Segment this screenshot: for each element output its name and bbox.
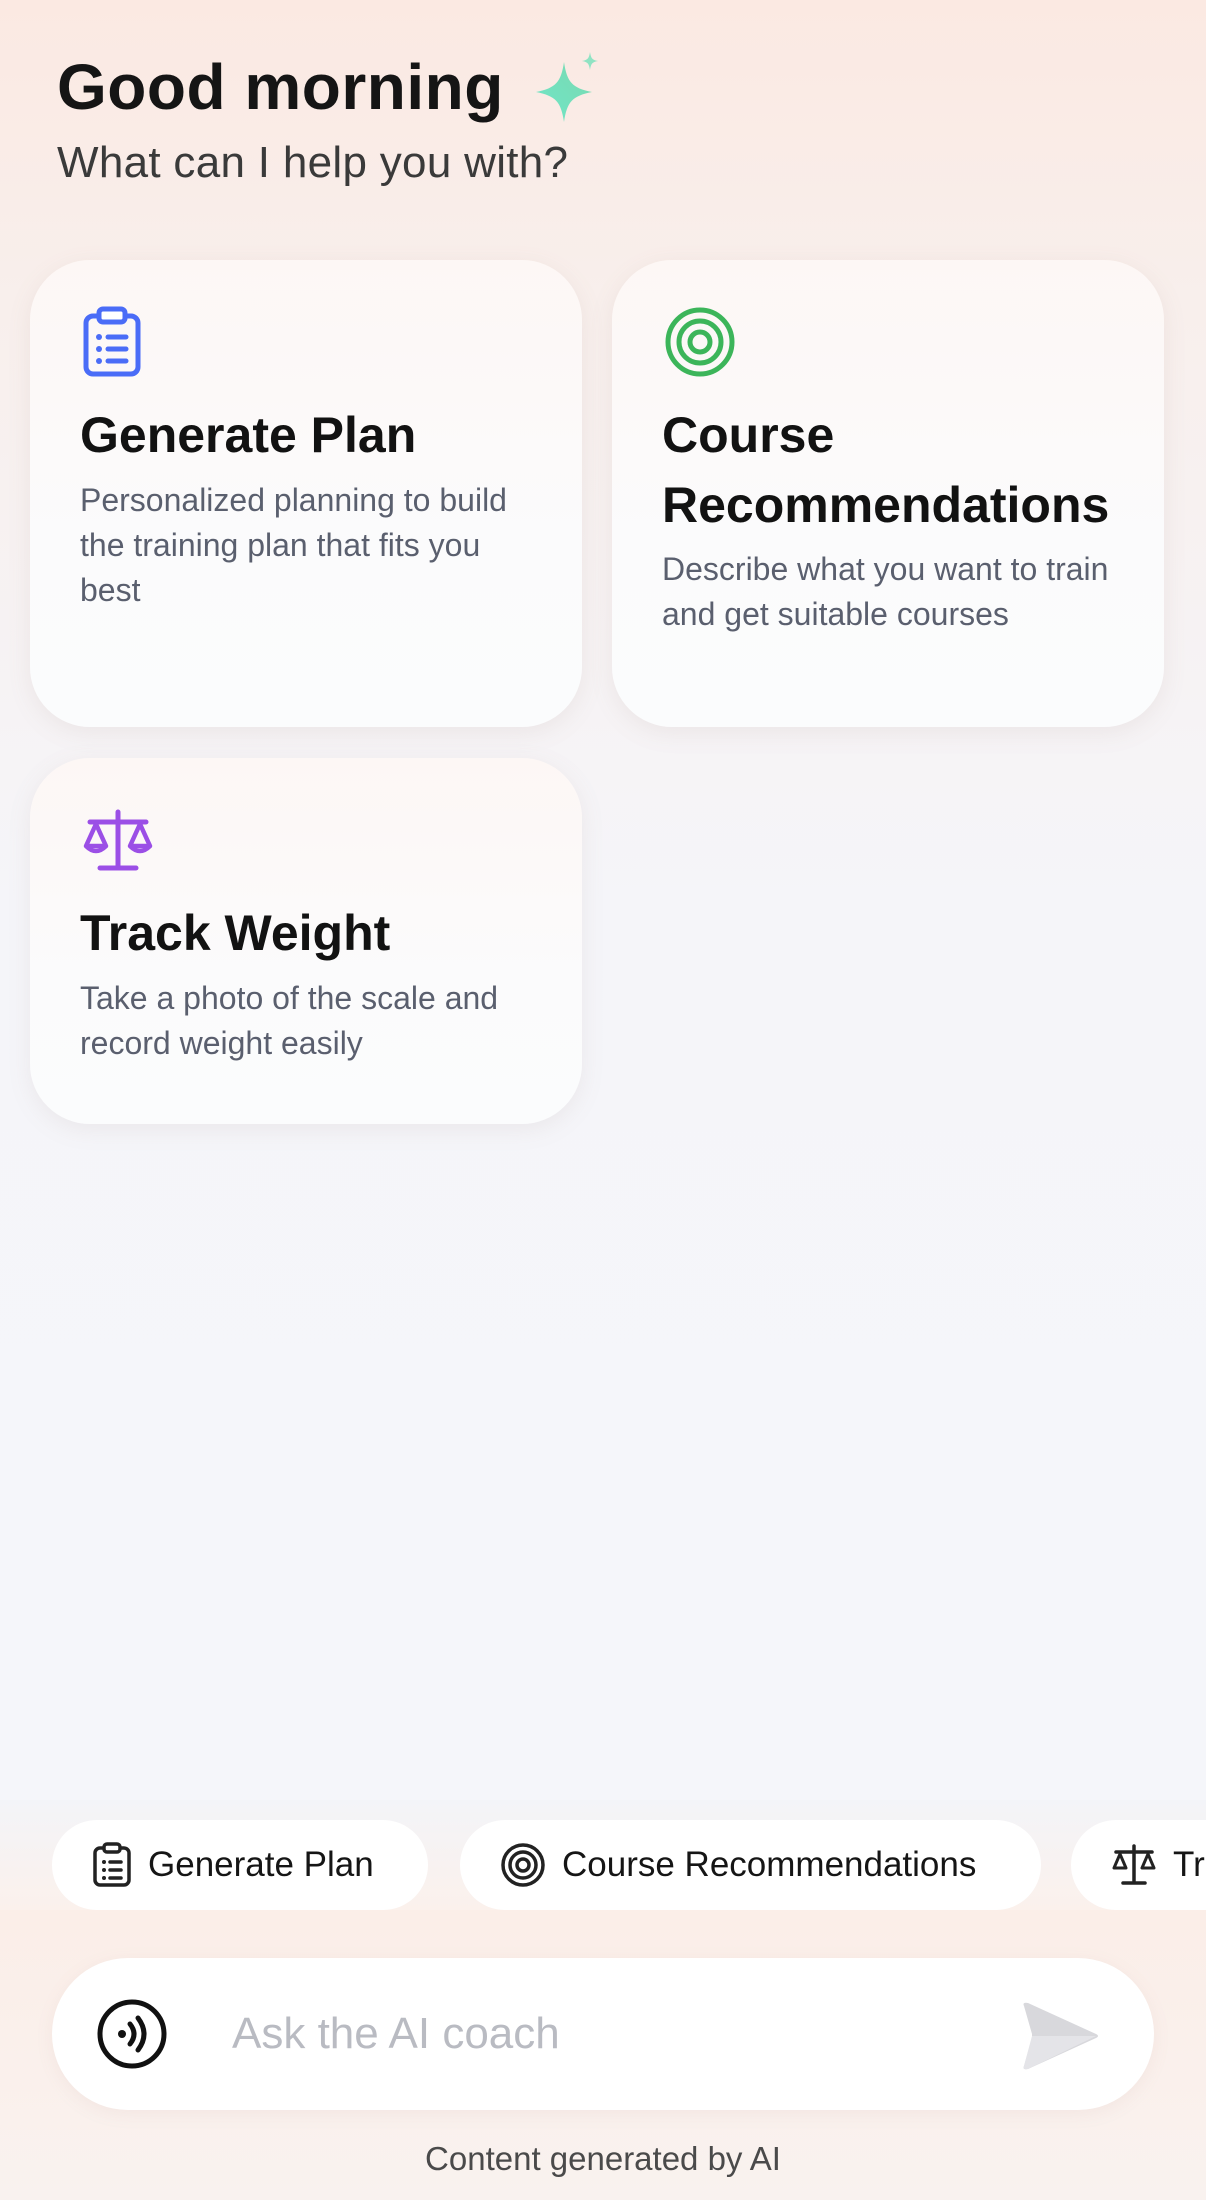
card-description: Take a photo of the scale and record wei…	[80, 980, 499, 1061]
quick-chips-bar[interactable]: Generate Plan Course Recommendations Tra…	[0, 1800, 1206, 1910]
subtitle: What can I help you with?	[57, 138, 569, 187]
card-title: Course Recommendations	[662, 407, 1110, 533]
chip-course-recommendations[interactable]: Course Recommendations	[460, 1820, 1041, 1910]
target-icon	[501, 1843, 545, 1887]
card-course-recommendations[interactable]: Course Recommendations Describe what you…	[612, 260, 1164, 727]
composer	[52, 1958, 1154, 2110]
target-icon	[665, 307, 735, 377]
chip-track-weight[interactable]: Track Weight	[1071, 1820, 1206, 1910]
send-icon[interactable]	[1018, 1998, 1102, 2074]
clipboard-icon	[83, 306, 141, 377]
card-generate-plan[interactable]: Generate Plan Personalized planning to b…	[30, 260, 582, 727]
greeting-row: Good morning	[57, 50, 604, 124]
sparkle-icon	[535, 52, 598, 122]
card-title: Generate Plan	[80, 407, 417, 463]
voice-icon[interactable]	[96, 1998, 168, 2070]
card-track-weight[interactable]: Track Weight Take a photo of the scale a…	[30, 758, 582, 1124]
card-description: Describe what you want to train and get …	[662, 551, 1109, 632]
card-description: Personalized planning to build the train…	[80, 482, 507, 608]
chip-generate-plan[interactable]: Generate Plan	[52, 1820, 428, 1910]
chip-label: Generate Plan	[148, 1845, 374, 1884]
clipboard-icon	[93, 1842, 131, 1887]
composer-area: Content generated by AI	[0, 1910, 1206, 2200]
header: Good morning What can I help you with?	[57, 50, 604, 188]
card-title: Track Weight	[80, 905, 391, 961]
greeting-title: Good morning	[57, 51, 504, 123]
ask-input[interactable]	[232, 1994, 1012, 2074]
scale-icon	[83, 809, 153, 871]
scale-icon	[1112, 1844, 1156, 1885]
chip-label: Course Recommendations	[562, 1845, 977, 1884]
chip-label: Track Weight	[1173, 1845, 1206, 1884]
ai-disclaimer: Content generated by AI	[425, 2140, 781, 2177]
